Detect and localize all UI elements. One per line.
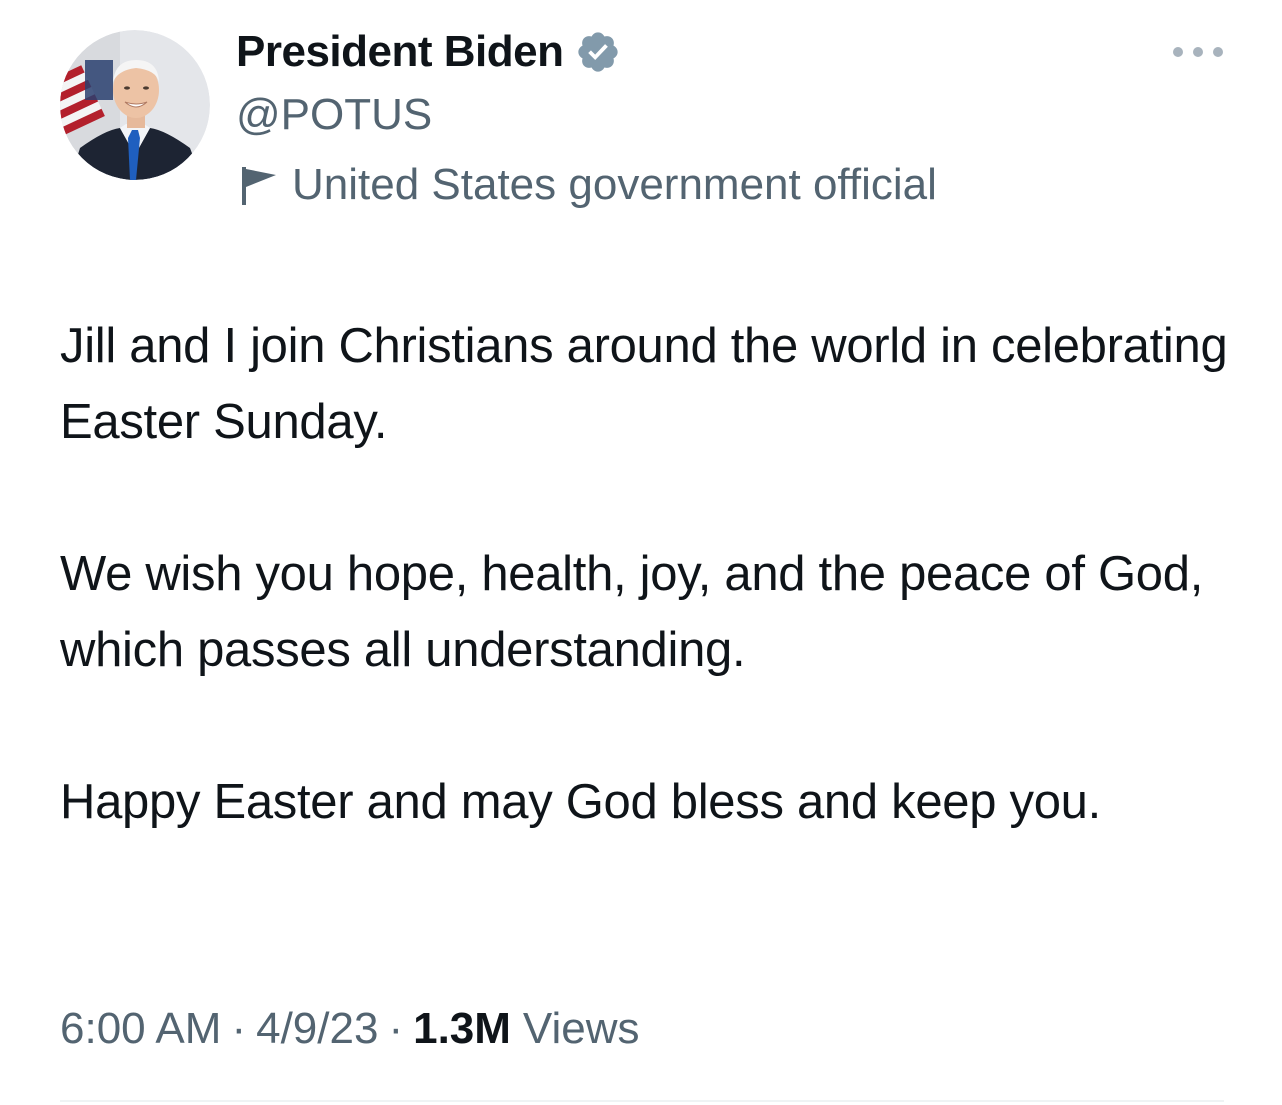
display-name[interactable]: President Biden	[236, 27, 564, 77]
flag-icon	[240, 163, 278, 207]
views-label: Views	[522, 1004, 640, 1053]
tweet-paragraph: Happy Easter and may God bless and keep …	[60, 775, 1101, 829]
tweet-paragraph: We wish you hope, health, joy, and the p…	[60, 547, 1204, 677]
user-handle[interactable]: @POTUS	[236, 90, 432, 140]
affiliation-text: United States government official	[292, 160, 937, 209]
meta-separator: ·	[231, 1004, 247, 1053]
avatar[interactable]	[60, 30, 210, 180]
tweet-metadata: 6:00 AM · 4/9/23 · 1.3M Views	[60, 1004, 640, 1054]
tweet-date[interactable]: 4/9/23	[256, 1004, 378, 1054]
tweet-text: Jill and I join Christians around the wo…	[60, 308, 1240, 840]
tweet-time[interactable]: 6:00 AM	[60, 1004, 221, 1054]
divider	[60, 1100, 1224, 1102]
meta-separator: ·	[388, 1004, 404, 1053]
affiliation-label: United States government official	[240, 160, 937, 210]
views-count[interactable]: 1.3M	[413, 1004, 511, 1054]
author-name-row: President Biden	[236, 26, 621, 78]
more-options-icon[interactable]	[1168, 38, 1228, 66]
tweet-paragraph: Jill and I join Christians around the wo…	[60, 319, 1228, 449]
profile-photo	[60, 30, 210, 180]
verified-badge-icon[interactable]	[575, 29, 621, 75]
